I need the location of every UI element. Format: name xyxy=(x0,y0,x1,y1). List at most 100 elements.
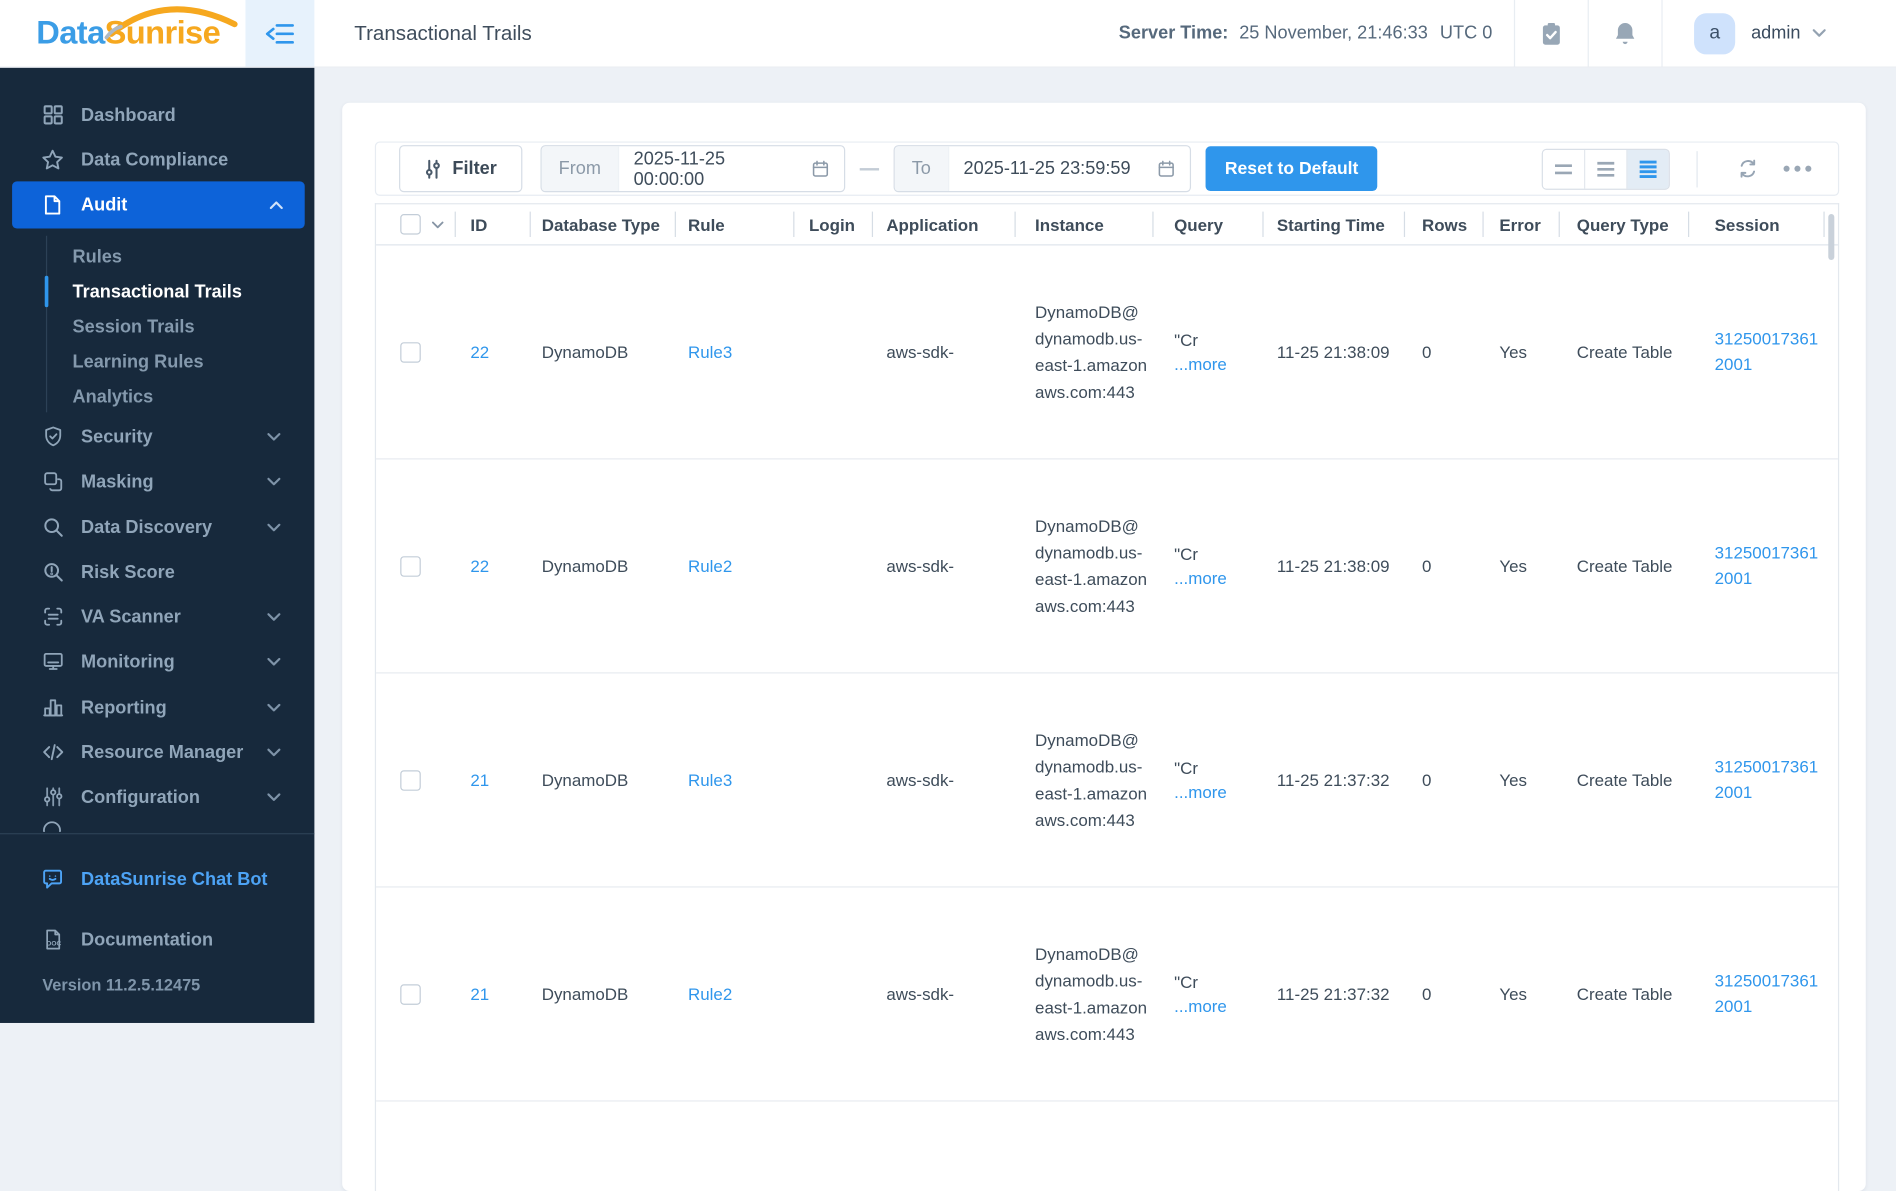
column-header-rule: Rule xyxy=(674,204,793,244)
date-to-field[interactable]: To 2025-11-25 23:59:59 xyxy=(893,145,1192,193)
rule-link[interactable]: Rule3 xyxy=(688,342,732,361)
filter-button[interactable]: Filter xyxy=(399,145,523,193)
two-lines-icon xyxy=(1555,163,1572,174)
bell-icon xyxy=(1616,22,1635,45)
chevron-up-icon[interactable] xyxy=(269,201,283,210)
reset-to-default-button[interactable]: Reset to Default xyxy=(1205,146,1378,192)
sidebar-item-documentation[interactable]: DOC Documentation xyxy=(0,918,314,962)
session-link[interactable]: 312500173612001 xyxy=(1715,755,1826,806)
from-value[interactable]: 2025-11-25 00:00:00 xyxy=(619,146,810,191)
column-header-instance: Instance xyxy=(1014,204,1153,244)
sidebar-item-risk-score[interactable]: Risk Score xyxy=(0,550,314,594)
table-scrollbar-thumb[interactable] xyxy=(1828,214,1835,260)
chevron-down-icon[interactable] xyxy=(267,432,281,441)
calendar-icon[interactable] xyxy=(1156,146,1190,191)
sidebar-subitem-session-trails[interactable]: Session Trails xyxy=(0,310,314,344)
application-cell: aws-sdk- xyxy=(886,556,955,576)
row-select-cell xyxy=(376,341,455,363)
id-link[interactable]: 21 xyxy=(470,770,489,789)
code-brackets-icon xyxy=(40,739,65,764)
id-link[interactable]: 22 xyxy=(470,342,489,361)
sidebar-item-label: Risk Score xyxy=(81,561,175,583)
sidebar-subitem-analytics[interactable]: Analytics xyxy=(0,380,314,414)
filter-sliders-icon xyxy=(426,159,441,179)
chevron-down-icon[interactable] xyxy=(267,703,281,711)
sidebar-item-audit[interactable]: Audit xyxy=(12,181,305,229)
sidebar-item-va-scanner[interactable]: VA Scanner xyxy=(0,595,314,639)
session-cell: 312500173612001 xyxy=(1688,541,1827,592)
sidebar-item-security[interactable]: Security xyxy=(0,415,314,459)
sidebar-item-configuration[interactable]: Configuration xyxy=(0,775,314,819)
density-compact-button[interactable] xyxy=(1542,149,1585,189)
row-checkbox[interactable] xyxy=(400,983,421,1005)
rule-link[interactable]: Rule3 xyxy=(688,770,732,789)
sidebar-item-data-discovery[interactable]: Data Discovery xyxy=(0,505,314,549)
chevron-down-icon[interactable] xyxy=(267,523,281,531)
more-options-button[interactable] xyxy=(1783,165,1812,172)
database-type-cell: DynamoDB xyxy=(541,556,629,576)
chevron-down-icon[interactable] xyxy=(267,477,281,485)
refresh-button[interactable] xyxy=(1724,157,1771,180)
sidebar-item-masking[interactable]: Masking xyxy=(0,459,314,503)
session-cell: 312500173612001 xyxy=(1688,755,1827,806)
row-density-toggle xyxy=(1541,148,1670,190)
row-checkbox[interactable] xyxy=(400,555,421,577)
rule-link[interactable]: Rule2 xyxy=(688,556,732,575)
chevron-down-icon[interactable] xyxy=(267,657,281,665)
query-type-cell: Create Table xyxy=(1576,770,1673,790)
density-medium-button[interactable] xyxy=(1584,149,1627,189)
id-link[interactable]: 21 xyxy=(470,984,489,1003)
sidebar-subitem-rules[interactable]: Rules xyxy=(0,239,314,273)
tasks-clipboard-button[interactable] xyxy=(1515,0,1588,67)
session-link[interactable]: 312500173612001 xyxy=(1715,541,1826,592)
query-cell: "Cr ...more xyxy=(1152,330,1262,374)
sidebar-collapse-button[interactable] xyxy=(245,0,315,67)
query-more-link[interactable]: ...more xyxy=(1174,996,1262,1015)
logo-text-data: Data xyxy=(36,14,105,51)
user-menu[interactable]: admin xyxy=(1751,23,1800,44)
table-row: 21 DynamoDB Rule2 aws-sdk- DynamoDB@dyna… xyxy=(376,888,1838,1102)
chevron-down-icon[interactable] xyxy=(267,747,281,756)
user-avatar[interactable]: a xyxy=(1694,12,1736,54)
sidebar-item-chat-bot[interactable]: DataSunrise Chat Bot xyxy=(0,857,314,901)
sidebar-item-reporting[interactable]: Reporting xyxy=(0,686,314,730)
user-menu-chevron-icon[interactable] xyxy=(1812,29,1826,37)
query-more-link[interactable]: ...more xyxy=(1174,354,1262,373)
sidebar-item-data-compliance[interactable]: Data Compliance xyxy=(0,138,314,182)
row-checkbox[interactable] xyxy=(400,341,421,363)
sidebar-subitem-learning-rules[interactable]: Learning Rules xyxy=(0,345,314,379)
query-text: "Cr xyxy=(1174,972,1198,992)
chevron-down-icon[interactable] xyxy=(267,612,281,621)
error-cell: Yes xyxy=(1499,770,1528,790)
session-link[interactable]: 312500173612001 xyxy=(1715,969,1826,1020)
rule-link[interactable]: Rule2 xyxy=(688,984,732,1003)
sidebar-item-monitoring[interactable]: Monitoring xyxy=(0,640,314,684)
instance-text: DynamoDB@dynamodb.us-east-1.amazonaws.co… xyxy=(1035,730,1148,830)
subitem-label: Learning Rules xyxy=(72,351,204,372)
filter-button-label: Filter xyxy=(452,158,497,179)
select-all-checkbox[interactable] xyxy=(400,214,421,235)
column-header-session: Session xyxy=(1688,204,1827,244)
audit-trails-table: ID Database Type Rule Login Application … xyxy=(374,203,1840,1191)
chevron-down-icon[interactable] xyxy=(267,792,281,801)
starting-time-cell: 11-25 21:38:09 xyxy=(1276,556,1390,576)
version-label: Version 11.2.5.12475 xyxy=(42,975,201,994)
date-from-field[interactable]: From 2025-11-25 00:00:00 xyxy=(540,145,846,193)
sidebar-item-label: Data Compliance xyxy=(81,149,229,170)
density-expanded-button[interactable] xyxy=(1626,149,1669,189)
session-cell: 312500173612001 xyxy=(1688,969,1827,1020)
clipped-menu-item-icon xyxy=(40,816,65,832)
calendar-icon[interactable] xyxy=(810,146,844,191)
id-link[interactable]: 22 xyxy=(470,556,489,575)
session-link[interactable]: 312500173612001 xyxy=(1715,326,1826,377)
sidebar-item-dashboard[interactable]: Dashboard xyxy=(0,93,314,137)
to-value[interactable]: 2025-11-25 23:59:59 xyxy=(949,146,1156,191)
sidebar-subitem-transactional-trails[interactable]: Transactional Trails xyxy=(0,274,314,308)
row-checkbox[interactable] xyxy=(400,769,421,791)
select-menu-chevron-icon[interactable] xyxy=(431,220,444,228)
error-cell: Yes xyxy=(1499,984,1528,1004)
query-more-link[interactable]: ...more xyxy=(1174,782,1262,801)
query-more-link[interactable]: ...more xyxy=(1174,568,1262,587)
notifications-button[interactable] xyxy=(1589,0,1662,67)
sidebar-item-resource-manager[interactable]: Resource Manager xyxy=(0,730,314,774)
